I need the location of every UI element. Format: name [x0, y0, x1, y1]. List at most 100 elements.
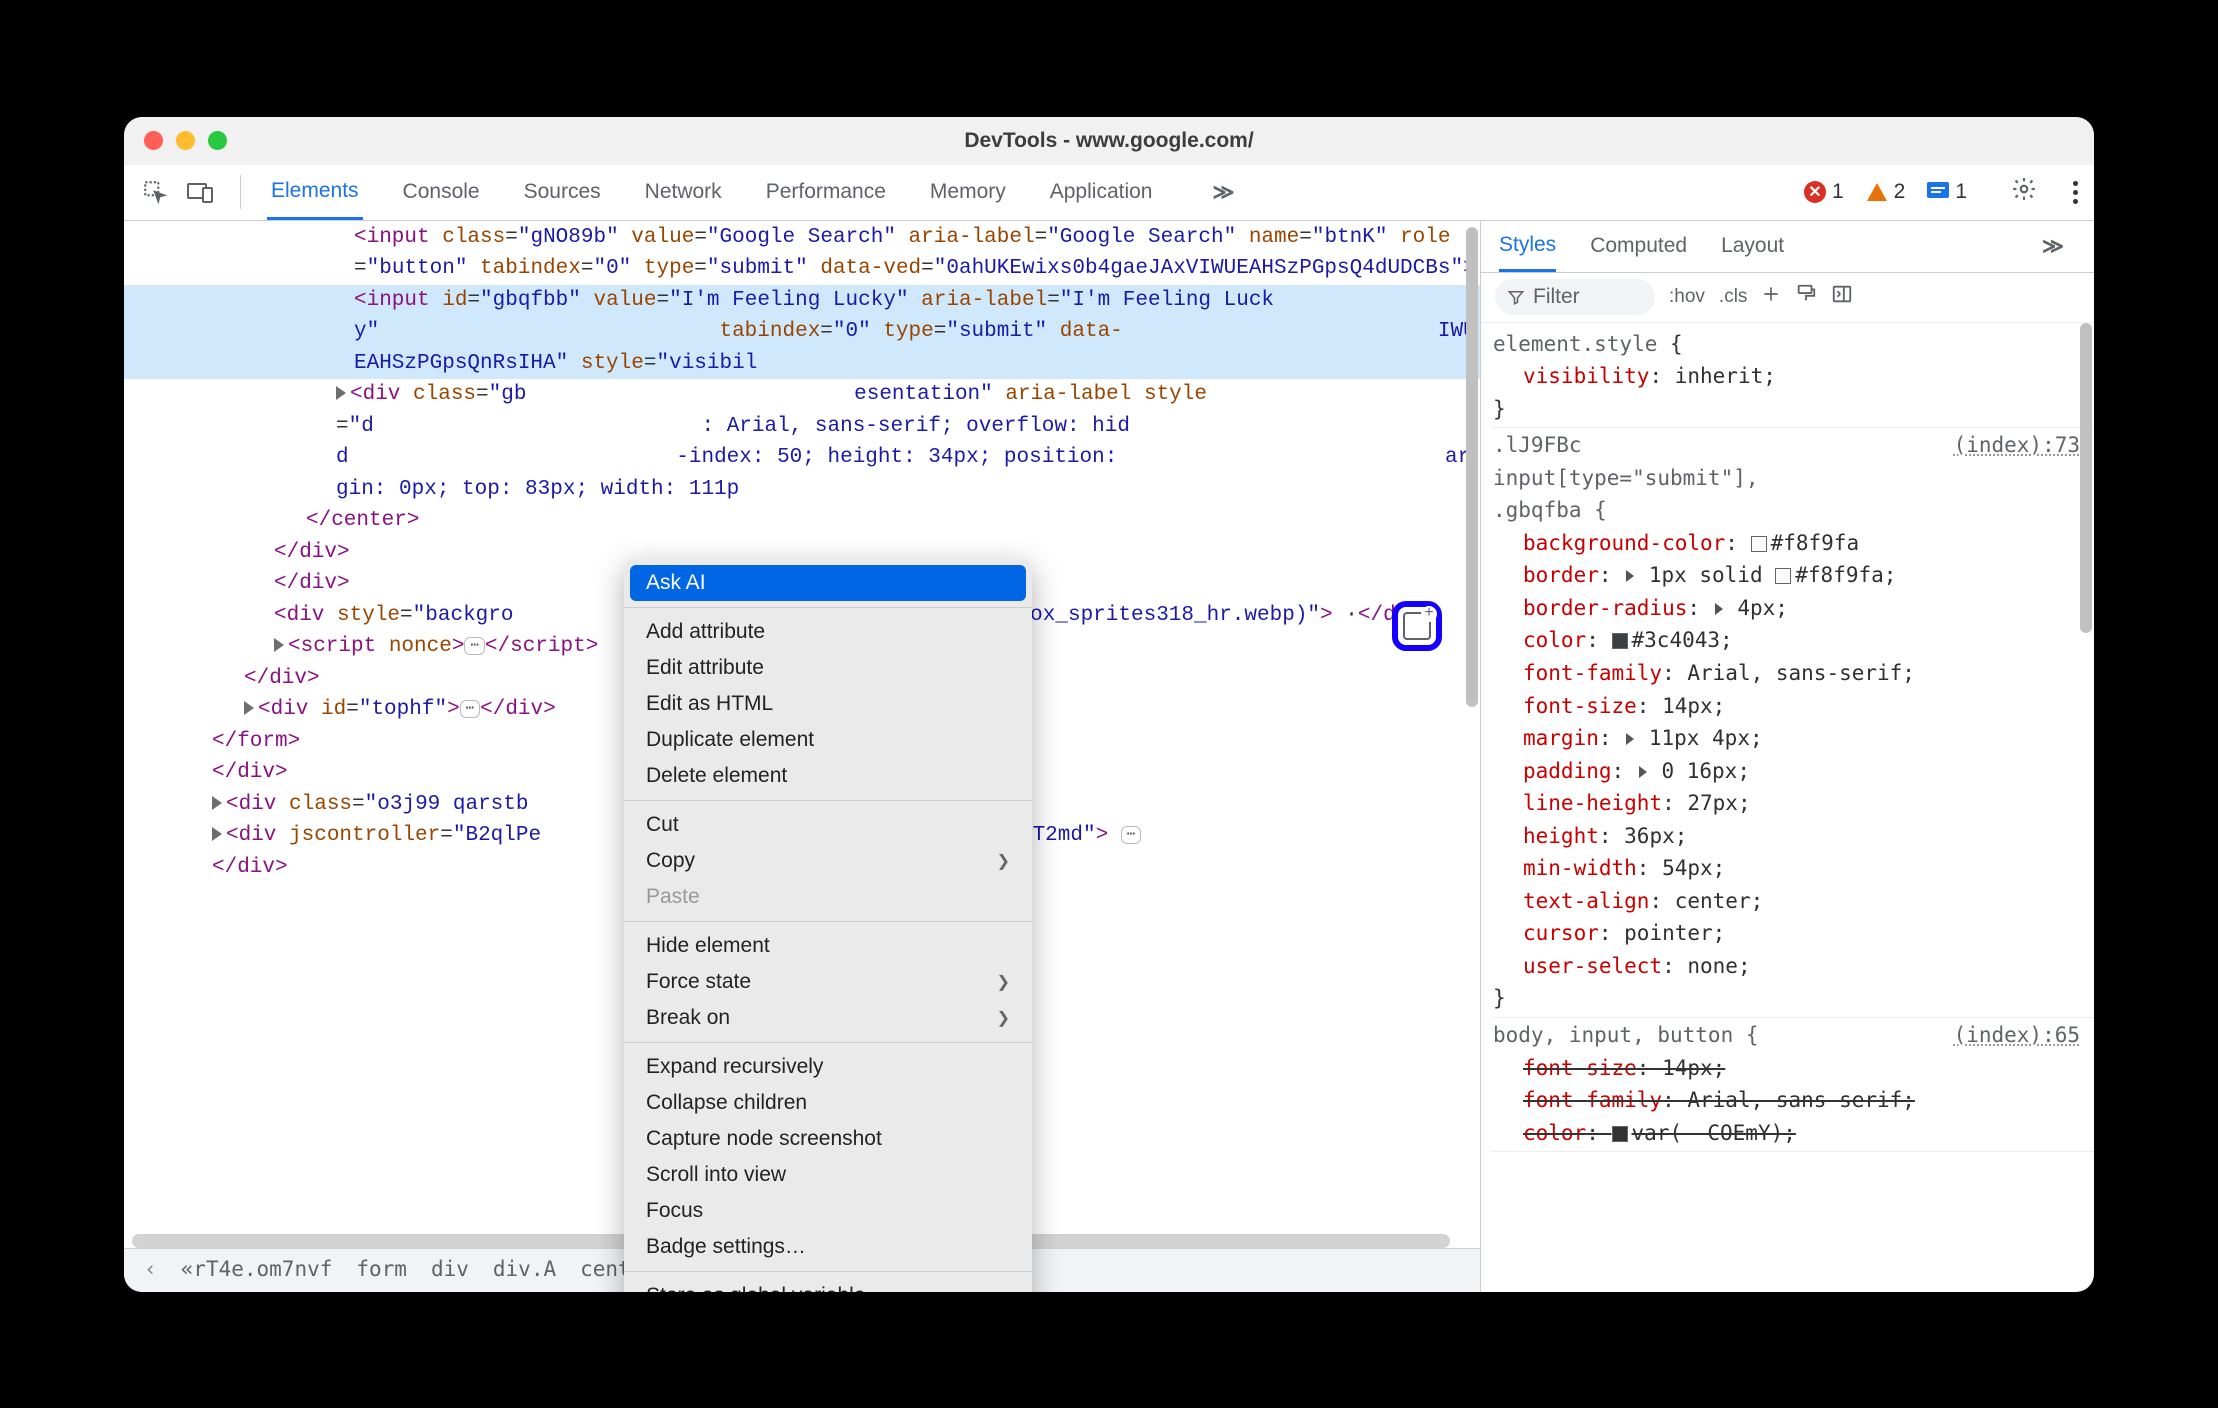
style-rule[interactable]: (index):73 .lJ9FBc input[type="submit"],…	[1491, 428, 2094, 1018]
source-link[interactable]: (index):73	[1954, 429, 2080, 462]
tab-memory[interactable]: Memory	[926, 165, 1010, 220]
breadcrumb-item[interactable]: «rT4e.om7nvf	[181, 1254, 333, 1286]
inspect-element-icon[interactable]	[142, 179, 168, 205]
style-property[interactable]: min-width: 54px;	[1493, 852, 2080, 885]
style-property[interactable]: height: 36px;	[1493, 820, 2080, 853]
context-menu-item[interactable]: Cut	[624, 807, 1032, 843]
styles-tabs-overflow-icon[interactable]: ≫	[2042, 234, 2064, 259]
hov-toggle[interactable]: :hov	[1669, 286, 1705, 308]
minimize-icon[interactable]	[176, 131, 195, 150]
styles-panel: Styles Computed Layout ≫ Filter :hov .cl…	[1480, 221, 2094, 1292]
style-property[interactable]: line-height: 27px;	[1493, 787, 2080, 820]
tabs-overflow-icon[interactable]: ≫	[1212, 180, 1234, 205]
context-menu-label: Scroll into view	[646, 1163, 786, 1187]
styles-scrollbar[interactable]	[2080, 323, 2092, 633]
style-property[interactable]: color: #3c4043;	[1493, 624, 2080, 657]
traffic-lights	[144, 131, 227, 150]
style-property[interactable]: font-size: 14px;	[1493, 1052, 2080, 1085]
source-link[interactable]: (index):65	[1954, 1019, 2080, 1052]
style-property[interactable]: font-family: Arial, sans-serif;	[1493, 1084, 2080, 1117]
tab-network[interactable]: Network	[641, 165, 726, 220]
messages-badge[interactable]: 1	[1927, 180, 1967, 204]
device-toolbar-icon[interactable]	[186, 180, 214, 204]
style-property[interactable]: font-size: 14px;	[1493, 690, 2080, 723]
context-menu-item[interactable]: Badge settings…	[624, 1229, 1032, 1265]
context-menu-item[interactable]: Focus	[624, 1193, 1032, 1229]
style-rule[interactable]: (index):65 body, input, button { font-si…	[1491, 1018, 2094, 1152]
styles-body[interactable]: element.style { visibility: inherit; } (…	[1481, 323, 2094, 1292]
ask-ai-button[interactable]	[1392, 601, 1442, 651]
dom-node[interactable]: </center>	[124, 505, 1480, 537]
style-property[interactable]: padding: 0 16px;	[1493, 755, 2080, 788]
context-menu-item[interactable]: Force state❯	[624, 964, 1032, 1000]
breadcrumb-prev-icon[interactable]: ‹	[144, 1254, 157, 1286]
style-selector: element.style {	[1493, 328, 2080, 361]
filter-placeholder: Filter	[1533, 285, 1580, 308]
breadcrumb-item[interactable]: div.A	[493, 1254, 556, 1286]
tab-performance[interactable]: Performance	[762, 165, 890, 220]
context-menu-item[interactable]: Hide element	[624, 928, 1032, 964]
filter-input[interactable]: Filter	[1495, 279, 1655, 315]
context-menu-item[interactable]: Add attribute	[624, 614, 1032, 650]
tab-application[interactable]: Application	[1046, 165, 1157, 220]
errors-badge[interactable]: ✕ 1	[1804, 180, 1844, 204]
tab-computed[interactable]: Computed	[1590, 221, 1687, 272]
submenu-arrow-icon: ❯	[997, 1008, 1010, 1028]
style-rule[interactable]: element.style { visibility: inherit; }	[1491, 327, 2094, 429]
style-property[interactable]: cursor: pointer;	[1493, 917, 2080, 950]
style-property[interactable]: user-select: none;	[1493, 950, 2080, 983]
context-menu-label: Badge settings…	[646, 1235, 806, 1259]
paint-icon[interactable]	[1795, 283, 1817, 311]
style-property[interactable]: background-color: #f8f9fa	[1493, 527, 2080, 560]
context-menu-item[interactable]: Duplicate element	[624, 722, 1032, 758]
context-menu-item[interactable]: Scroll into view	[624, 1157, 1032, 1193]
tab-layout[interactable]: Layout	[1721, 221, 1784, 272]
context-menu-item[interactable]: Break on❯	[624, 1000, 1032, 1036]
context-menu: Ask AI Add attributeEdit attributeEdit as…	[624, 559, 1032, 1292]
cls-toggle[interactable]: .cls	[1719, 286, 1748, 308]
context-menu-item[interactable]: Capture node screenshot	[624, 1121, 1032, 1157]
tab-console[interactable]: Console	[399, 165, 484, 220]
context-menu-item[interactable]: Store as global variable	[624, 1278, 1032, 1292]
error-icon: ✕	[1804, 181, 1826, 203]
devtools-window: DevTools - www.google.com/ Elements Cons…	[124, 117, 2094, 1292]
style-property[interactable]: border-radius: 4px;	[1493, 592, 2080, 625]
tab-elements[interactable]: Elements	[267, 165, 363, 220]
context-menu-item[interactable]: Expand recursively	[624, 1049, 1032, 1085]
context-menu-separator	[624, 607, 1032, 608]
dom-node[interactable]: <div class="gb esentation" aria-label st…	[124, 379, 1480, 505]
more-menu-icon[interactable]	[2073, 181, 2078, 204]
context-menu-item[interactable]: Ask AI	[630, 565, 1026, 601]
tab-sources[interactable]: Sources	[520, 165, 605, 220]
style-property[interactable]: color: var(--COEmY);	[1493, 1117, 2080, 1150]
tab-styles[interactable]: Styles	[1499, 221, 1556, 272]
warnings-badge[interactable]: 2	[1866, 180, 1906, 204]
vertical-scrollbar[interactable]	[1466, 227, 1478, 707]
style-property[interactable]: font-family: Arial, sans-serif;	[1493, 657, 2080, 690]
context-menu-item[interactable]: Delete element	[624, 758, 1032, 794]
settings-gear-icon[interactable]	[2011, 176, 2037, 208]
toggle-sidebar-icon[interactable]	[1831, 283, 1853, 311]
style-property[interactable]: border: 1px solid #f8f9fa;	[1493, 559, 2080, 592]
breadcrumb-item[interactable]: form	[356, 1254, 407, 1286]
styles-filter-bar: Filter :hov .cls	[1481, 273, 2094, 323]
context-menu-item[interactable]: Collapse children	[624, 1085, 1032, 1121]
context-menu-label: Store as global variable	[646, 1284, 865, 1292]
main-area: <input class="gNO89b" value="Google Sear…	[124, 221, 2094, 1292]
context-menu-label: Cut	[646, 813, 679, 837]
new-style-rule-icon[interactable]	[1761, 284, 1781, 310]
styles-tabs: Styles Computed Layout ≫	[1481, 221, 2094, 273]
breadcrumb-item[interactable]: div	[431, 1254, 469, 1286]
close-icon[interactable]	[144, 131, 163, 150]
style-property[interactable]: text-align: center;	[1493, 885, 2080, 918]
context-menu-item[interactable]: Copy❯	[624, 843, 1032, 879]
style-property[interactable]: margin: 11px 4px;	[1493, 722, 2080, 755]
zoom-icon[interactable]	[208, 131, 227, 150]
context-menu-item[interactable]: Edit attribute	[624, 650, 1032, 686]
style-property[interactable]: visibility: inherit;	[1493, 360, 2080, 393]
context-menu-item[interactable]: Edit as HTML	[624, 686, 1032, 722]
message-icon	[1927, 182, 1949, 202]
dom-node[interactable]: <input class="gNO89b" value="Google Sear…	[124, 222, 1480, 285]
context-menu-label: Copy	[646, 849, 695, 873]
dom-node-selected[interactable]: <input id="gbqfbb" value="I'm Feeling Lu…	[124, 285, 1480, 380]
